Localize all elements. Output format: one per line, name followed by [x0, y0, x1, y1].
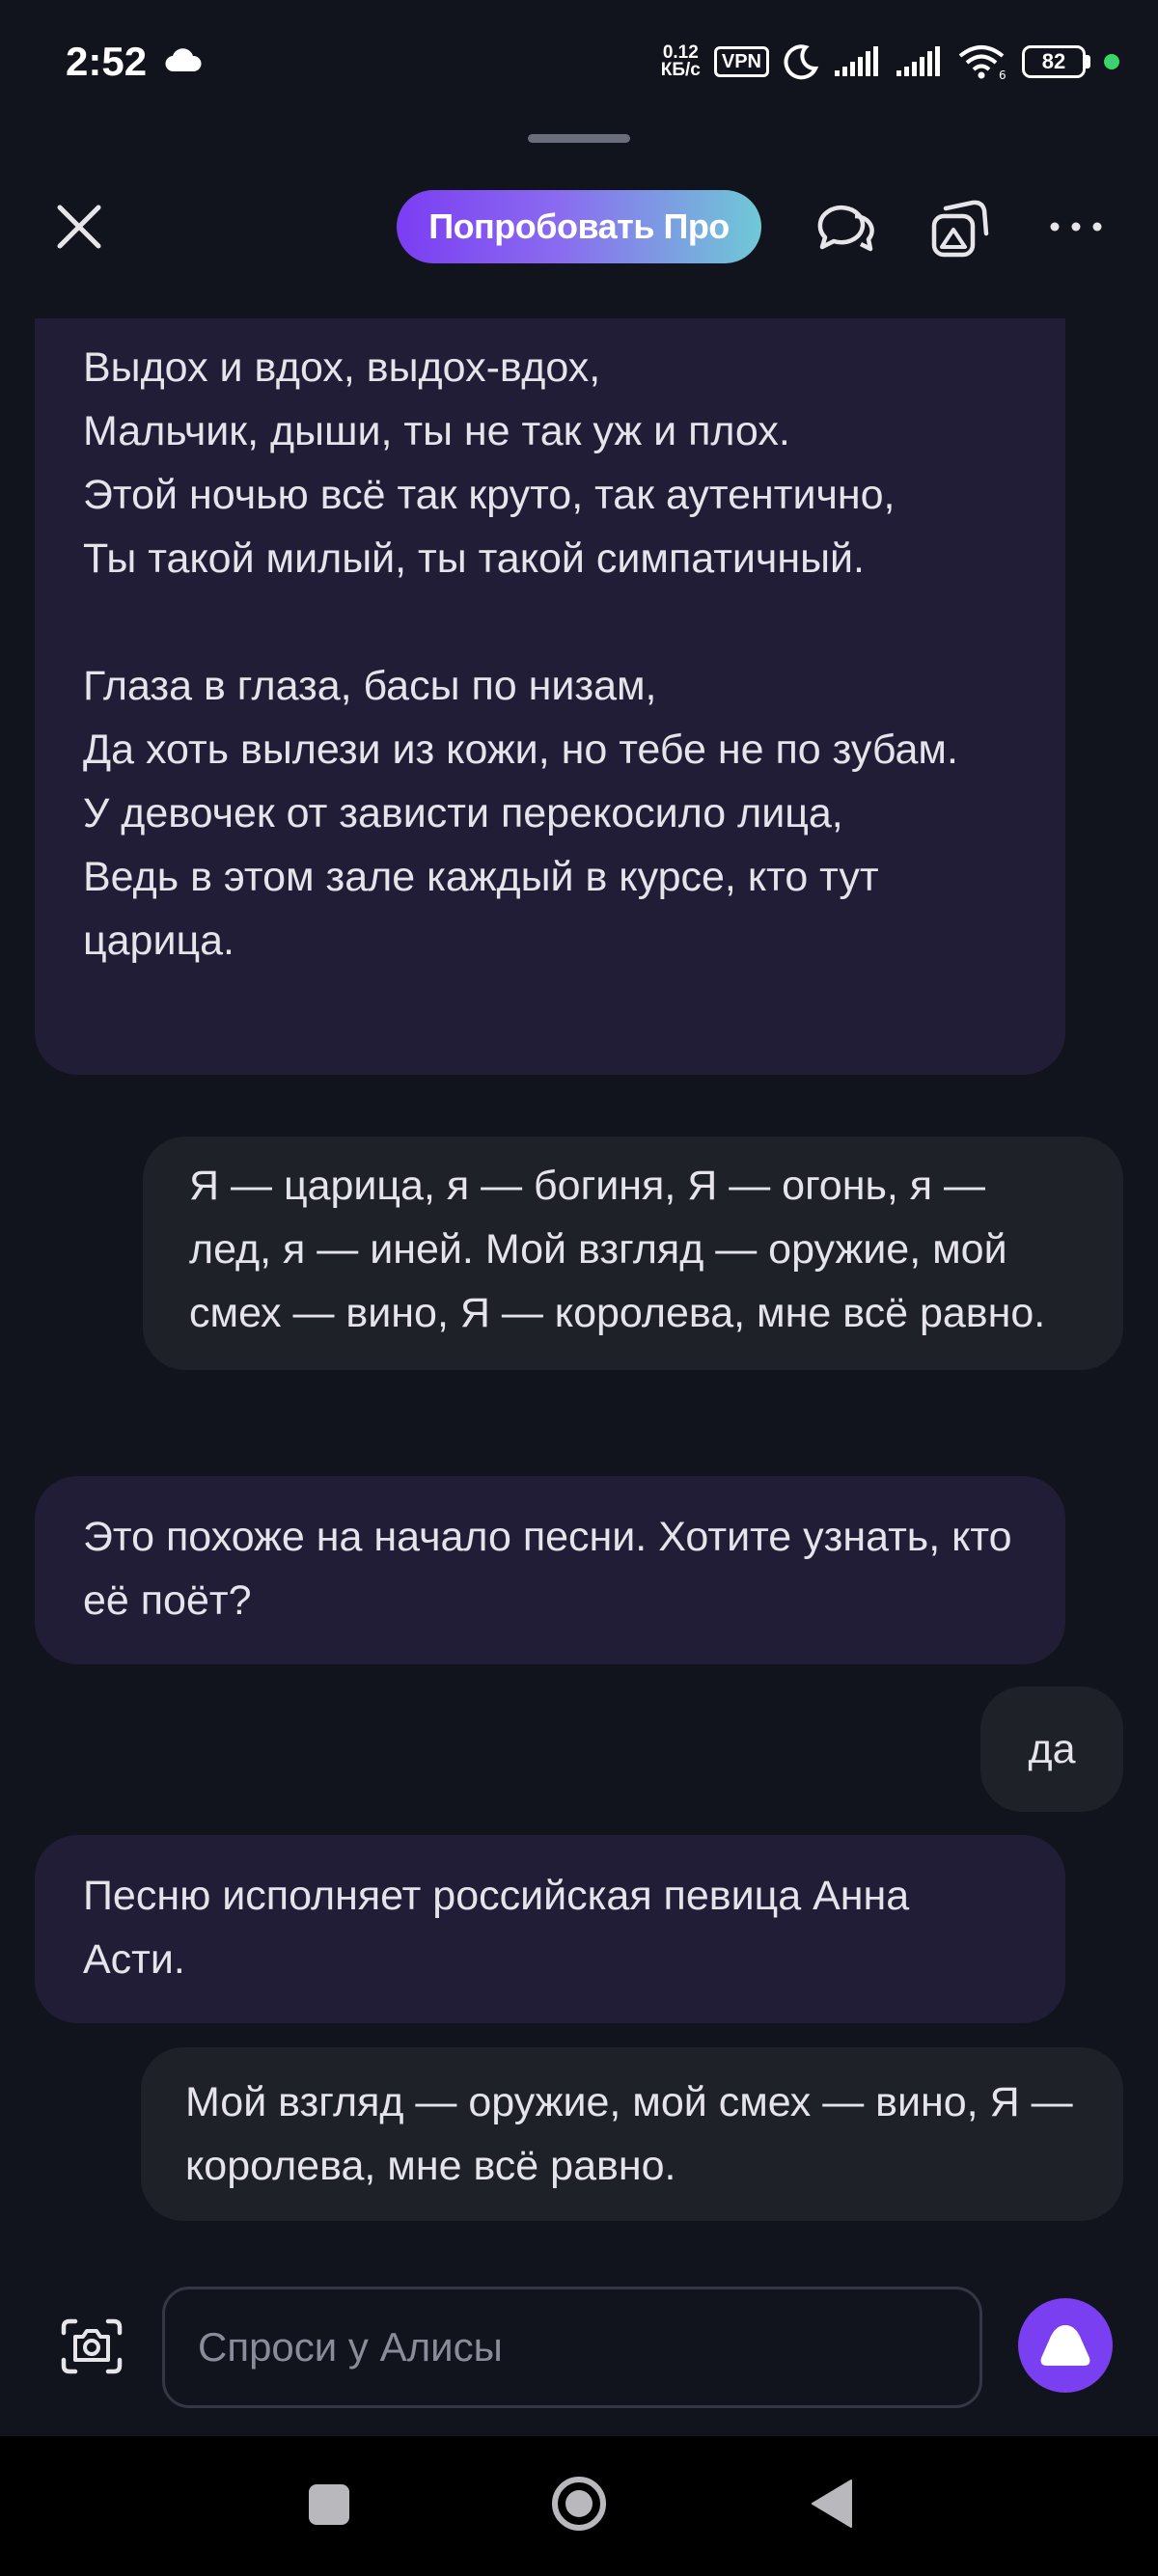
chat-icon[interactable] [813, 195, 876, 259]
input-bar [0, 2258, 1158, 2436]
camera-icon[interactable] [58, 2316, 125, 2377]
close-icon[interactable] [50, 198, 108, 256]
gallery-icon[interactable] [924, 193, 994, 262]
svg-text:6: 6 [999, 69, 1006, 81]
net-speed: 0.12 КБ/с [660, 43, 701, 80]
back-icon[interactable] [809, 2479, 853, 2529]
alice-message: Песню исполняет российская певица Анна А… [35, 1835, 1065, 2023]
top-bar: Попробовать Про [0, 174, 1158, 280]
recent-apps-icon[interactable] [307, 2482, 351, 2527]
ask-alice-input[interactable] [162, 2287, 982, 2408]
status-icons: 0.12 КБ/с VPN 6 82 [661, 41, 1119, 83]
chat-messages[interactable]: Выдох и вдох, выдох-вдох, Мальчик, дыши,… [0, 318, 1158, 2258]
home-icon[interactable] [550, 2475, 608, 2533]
wifi-icon: 6 [958, 45, 1006, 81]
battery-level: 82 [1022, 45, 1086, 78]
signal-icon-2 [896, 46, 940, 76]
user-message: да [980, 1686, 1123, 1812]
alice-voice-button[interactable] [1018, 2298, 1113, 2393]
alice-message: Это похоже на начало песни. Хотите узнат… [35, 1476, 1065, 1664]
alice-icon [1040, 2325, 1090, 2366]
alice-message: Выдох и вдох, выдох-вдох, Мальчик, дыши,… [35, 318, 1065, 1075]
battery-tip [1086, 55, 1090, 69]
user-message: Мой взгляд — оружие, мой смех — вино, Я … [141, 2047, 1123, 2221]
screen: 2:52 0.12 КБ/с VPN 6 82 Попробовать Про … [0, 0, 1158, 2576]
drag-handle[interactable] [528, 134, 630, 143]
privacy-indicator-dot [1104, 54, 1119, 69]
battery-icon: 82 [1022, 45, 1090, 78]
moon-icon [784, 44, 819, 80]
status-bar: 2:52 0.12 КБ/с VPN 6 82 [0, 0, 1158, 130]
user-message: Я — царица, я — богиня, Я — огонь, я — л… [143, 1137, 1123, 1370]
status-time: 2:52 [66, 39, 148, 84]
try-pro-button[interactable]: Попробовать Про [397, 190, 761, 263]
more-icon[interactable] [1047, 212, 1105, 241]
net-speed-unit: КБ/с [660, 60, 701, 80]
cloud-icon [165, 48, 202, 72]
system-nav-bar [0, 2436, 1158, 2576]
signal-icon [835, 46, 878, 76]
vpn-icon: VPN [713, 46, 769, 77]
